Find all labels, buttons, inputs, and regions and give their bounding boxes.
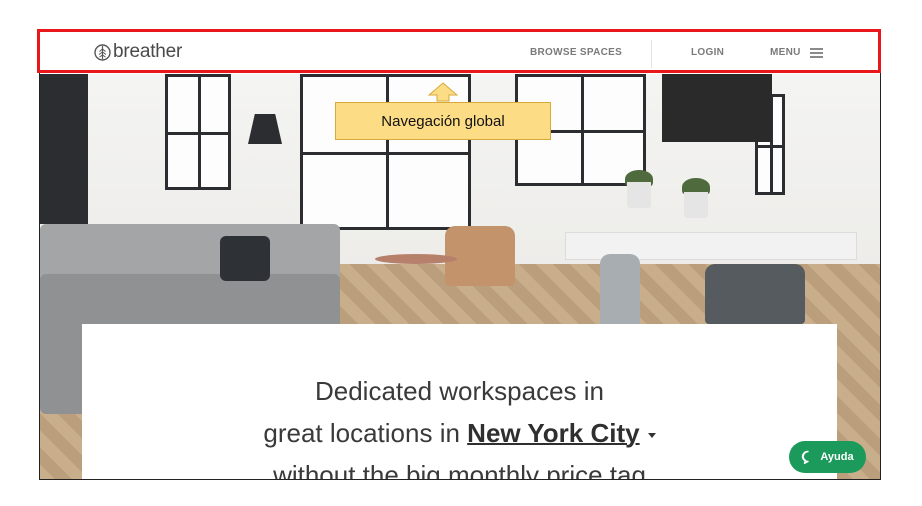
hero-plant-pot	[684, 192, 708, 218]
hero-chair	[705, 264, 805, 324]
dropdown-caret-icon[interactable]	[647, 432, 656, 438]
navigation-highlight	[37, 29, 881, 73]
hero-card: Dedicated workspaces in great locations …	[82, 324, 837, 480]
headline-line-1: Dedicated workspaces in	[314, 376, 605, 406]
up-arrow-icon	[428, 82, 458, 102]
headline-line-2: great locations in New York City	[82, 418, 837, 449]
help-label: Ayuda	[820, 451, 854, 463]
annotation-callout: Navegación global	[335, 102, 551, 140]
hero-side-table	[375, 254, 457, 264]
chat-bubble-icon	[802, 450, 810, 464]
hero-tv	[662, 74, 772, 142]
browser-viewport: breather BROWSE SPACES LOGIN MENU Dedica…	[39, 31, 881, 480]
hero-chair	[445, 226, 515, 286]
headline-line-3: without the big monthly price tag	[273, 460, 646, 480]
city-selector[interactable]: New York City	[467, 418, 639, 448]
hero-chair	[600, 254, 640, 329]
headline-prefix: great locations in	[263, 418, 460, 448]
hero-lamp	[248, 114, 282, 144]
hero-window	[165, 74, 231, 190]
hero-cushion	[220, 236, 270, 281]
hero-window-frame	[40, 74, 88, 224]
hero-plant-pot	[627, 182, 651, 208]
help-chat-button[interactable]: Ayuda	[789, 441, 866, 473]
